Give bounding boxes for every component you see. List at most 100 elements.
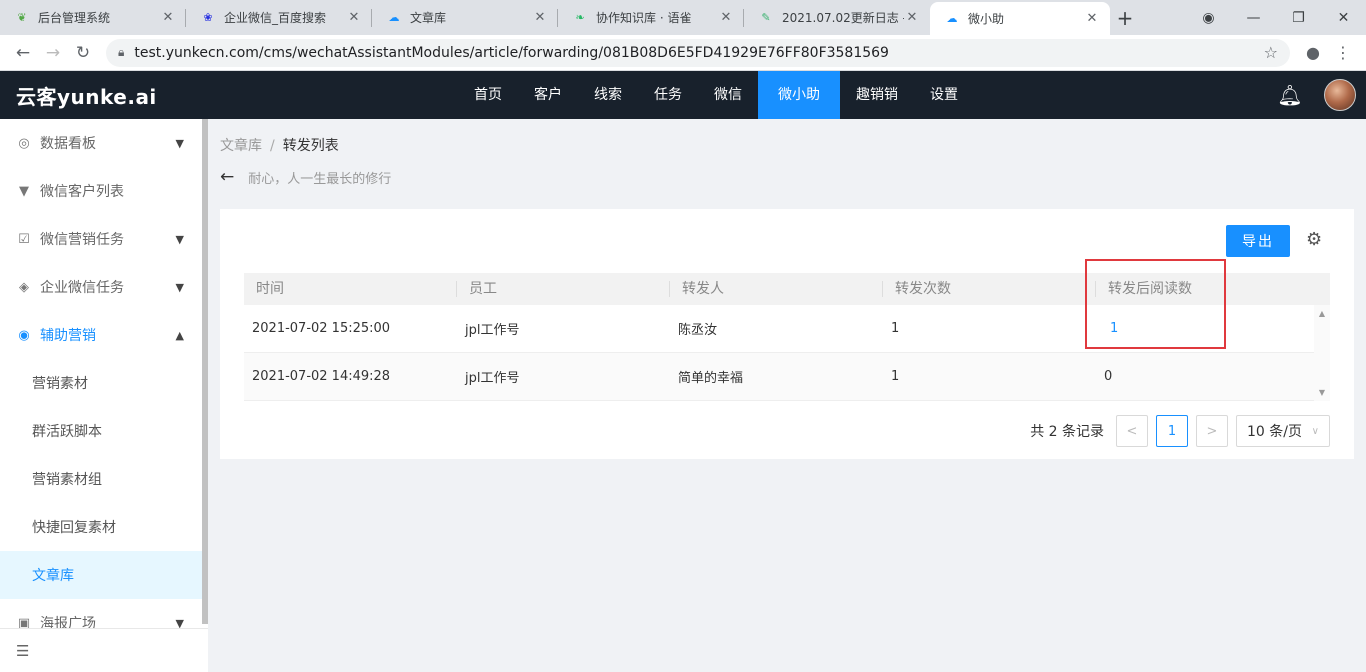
- breadcrumb-separator: /: [270, 138, 275, 154]
- cell-forwarder: 陈丞汝: [678, 323, 718, 338]
- total-records: 共 2 条记录: [1030, 424, 1104, 440]
- avatar[interactable]: [1324, 79, 1356, 111]
- tab-search-icon[interactable]: ◉: [1186, 10, 1231, 26]
- browser-tab[interactable]: ❧ 协作知识库 · 语雀 ✕: [558, 0, 744, 35]
- sidebar-sub-quick-reply[interactable]: 快捷回复素材: [0, 503, 208, 551]
- nav-item-wechat[interactable]: 微信: [698, 71, 758, 119]
- sidebar-item-label: 辅助营销: [40, 328, 96, 344]
- window-controls: ◉ — ❐ ✕: [1186, 0, 1366, 35]
- scroll-down-icon[interactable]: ▼: [1314, 388, 1330, 397]
- tab-title: 后台管理系统: [38, 11, 111, 25]
- browser-tab[interactable]: ❀ 企业微信_百度搜索 ✕: [186, 0, 372, 35]
- nav-item-customers[interactable]: 客户: [518, 71, 578, 119]
- nav-item-marketing[interactable]: 趣销销: [840, 71, 914, 119]
- bookmark-star-icon[interactable]: ☆: [1264, 43, 1278, 62]
- cell-forward-count: 1: [891, 369, 900, 384]
- maximize-icon[interactable]: ❐: [1276, 10, 1321, 26]
- cell-forwarder: 简单的幸福: [678, 371, 744, 386]
- app-header: 云客yunke.ai 首页 客户 线索 任务 微信 微小助 趣销销 设置 🔔︎: [0, 71, 1366, 119]
- menu-dots-icon[interactable]: ⋮: [1328, 38, 1358, 68]
- tab-title: 2021.07.02更新日志 -: [782, 11, 904, 25]
- prev-page-button[interactable]: <: [1116, 415, 1148, 447]
- chevron-down-icon: ▼: [175, 136, 184, 150]
- table-row: 2021-07-02 14:49:28 jpl工作号 简单的幸福 1 0: [244, 353, 1330, 401]
- page-header: ← 耐心，人一生最长的修行: [220, 167, 391, 187]
- table-scrollbar[interactable]: ▲ ▼: [1314, 305, 1330, 401]
- sidebar-item-label: 微信营销任务: [40, 232, 124, 248]
- page-size-select[interactable]: 10 条/页 ∨: [1236, 415, 1330, 447]
- cell-forward-count: 1: [891, 321, 900, 336]
- diamond-icon: ◈: [19, 279, 29, 295]
- dashboard-icon: ◎: [18, 135, 30, 151]
- new-tab-button[interactable]: +: [1110, 0, 1140, 35]
- tab-title: 企业微信_百度搜索: [224, 11, 327, 25]
- sidebar-item-assist-marketing[interactable]: ◉ 辅助营销 ▲: [0, 311, 208, 359]
- breadcrumb-current: 转发列表: [282, 138, 339, 154]
- doc-icon: ✎: [761, 11, 771, 24]
- breadcrumb: 文章库 / 转发列表: [220, 135, 339, 155]
- nav-item-settings[interactable]: 设置: [914, 71, 974, 119]
- cell-time: 2021-07-02 14:49:28: [252, 369, 391, 384]
- reload-icon[interactable]: ↻: [68, 38, 98, 68]
- sidebar-sub-group-script[interactable]: 群活跃脚本: [0, 407, 208, 455]
- next-page-button[interactable]: >: [1196, 415, 1228, 447]
- column-header: 时间: [244, 273, 457, 305]
- main-content: 文章库 / 转发列表 ← 耐心，人一生最长的修行 导出 ⚙ 时间 员工 转发人 转发…: [208, 119, 1366, 672]
- contact-icon: ▼: [19, 183, 29, 199]
- close-window-icon[interactable]: ✕: [1321, 10, 1366, 26]
- sidebar-sub-article-library[interactable]: 文章库: [0, 551, 208, 599]
- sidebar-item-label: 企业微信任务: [40, 280, 124, 296]
- cell-read-count: 0: [1104, 369, 1113, 384]
- close-icon[interactable]: ✕: [718, 10, 734, 26]
- url-text: test.yunkecn.com/cms/wechatAssistantModu…: [134, 44, 889, 61]
- leaf-icon: ❦: [17, 11, 27, 24]
- sidebar-item-enterprise-tasks[interactable]: ◈ 企业微信任务 ▼: [0, 263, 208, 311]
- page-size-value: 10 条/页: [1247, 424, 1302, 440]
- breadcrumb-parent[interactable]: 文章库: [220, 138, 262, 154]
- cell-employee: jpl工作号: [465, 371, 520, 386]
- chevron-down-icon: ▼: [175, 280, 184, 294]
- column-header: 转发次数: [883, 273, 1096, 305]
- app-logo: 云客yunke.ai: [16, 84, 157, 109]
- minimize-icon[interactable]: —: [1231, 10, 1276, 26]
- browser-tab[interactable]: ✎ 2021.07.02更新日志 - ✕: [744, 0, 930, 35]
- address-bar: ← → ↻ 🔒︎ test.yunkecn.com/cms/wechatAssi…: [0, 35, 1366, 71]
- nav-item-home[interactable]: 首页: [458, 71, 518, 119]
- close-icon[interactable]: ✕: [904, 10, 920, 26]
- close-icon[interactable]: ✕: [160, 10, 176, 26]
- sidebar-sub-marketing-material[interactable]: 营销素材: [0, 359, 208, 407]
- browser-tab-strip: ❦ 后台管理系统 ✕ ❀ 企业微信_百度搜索 ✕ ☁ 文章库 ✕ ❧ 协作知识库…: [0, 0, 1366, 35]
- paw-icon: ❀: [203, 11, 213, 24]
- forward-arrow-icon[interactable]: →: [38, 38, 68, 68]
- scroll-up-icon[interactable]: ▲: [1314, 309, 1330, 318]
- nav-item-tasks[interactable]: 任务: [638, 71, 698, 119]
- lock-icon: 🔒︎: [118, 45, 125, 59]
- nav-item-leads[interactable]: 线索: [578, 71, 638, 119]
- back-arrow-icon[interactable]: ←: [220, 167, 234, 187]
- sidebar-item-dashboard[interactable]: ◎ 数据看板 ▼: [0, 119, 208, 167]
- sidebar-sub-material-group[interactable]: 营销素材组: [0, 455, 208, 503]
- check-box-icon: ☑: [18, 231, 30, 247]
- back-arrow-icon[interactable]: ←: [8, 38, 38, 68]
- cell-time: 2021-07-02 15:25:00: [252, 321, 391, 336]
- chevron-up-icon: ▲: [175, 328, 184, 342]
- bird-icon: ❧: [575, 11, 585, 24]
- browser-tab[interactable]: ☁ 文章库 ✕: [372, 0, 558, 35]
- export-button[interactable]: 导出: [1226, 225, 1290, 257]
- sidebar-item-wechat-tasks[interactable]: ☑ 微信营销任务 ▼: [0, 215, 208, 263]
- collapse-menu-icon[interactable]: ☰: [0, 628, 208, 672]
- top-nav: 首页 客户 线索 任务 微信 微小助 趣销销 设置: [458, 71, 974, 119]
- browser-tab[interactable]: ❦ 后台管理系统 ✕: [0, 0, 186, 35]
- page-number-button[interactable]: 1: [1156, 415, 1188, 447]
- close-icon[interactable]: ✕: [346, 10, 362, 26]
- nav-item-assistant[interactable]: 微小助: [758, 71, 840, 119]
- profile-icon[interactable]: ●: [1298, 38, 1328, 68]
- bell-icon[interactable]: 🔔︎: [1270, 83, 1310, 107]
- url-input[interactable]: 🔒︎ test.yunkecn.com/cms/wechatAssistantM…: [106, 38, 1290, 67]
- close-icon[interactable]: ✕: [1084, 11, 1100, 27]
- browser-tab-active[interactable]: ☁ 微小助 ✕: [930, 2, 1110, 35]
- sidebar-item-wechat-customers[interactable]: ▼ 微信客户列表: [0, 167, 208, 215]
- close-icon[interactable]: ✕: [532, 10, 548, 26]
- gear-icon[interactable]: ⚙: [1306, 229, 1322, 250]
- column-header: 员工: [457, 273, 670, 305]
